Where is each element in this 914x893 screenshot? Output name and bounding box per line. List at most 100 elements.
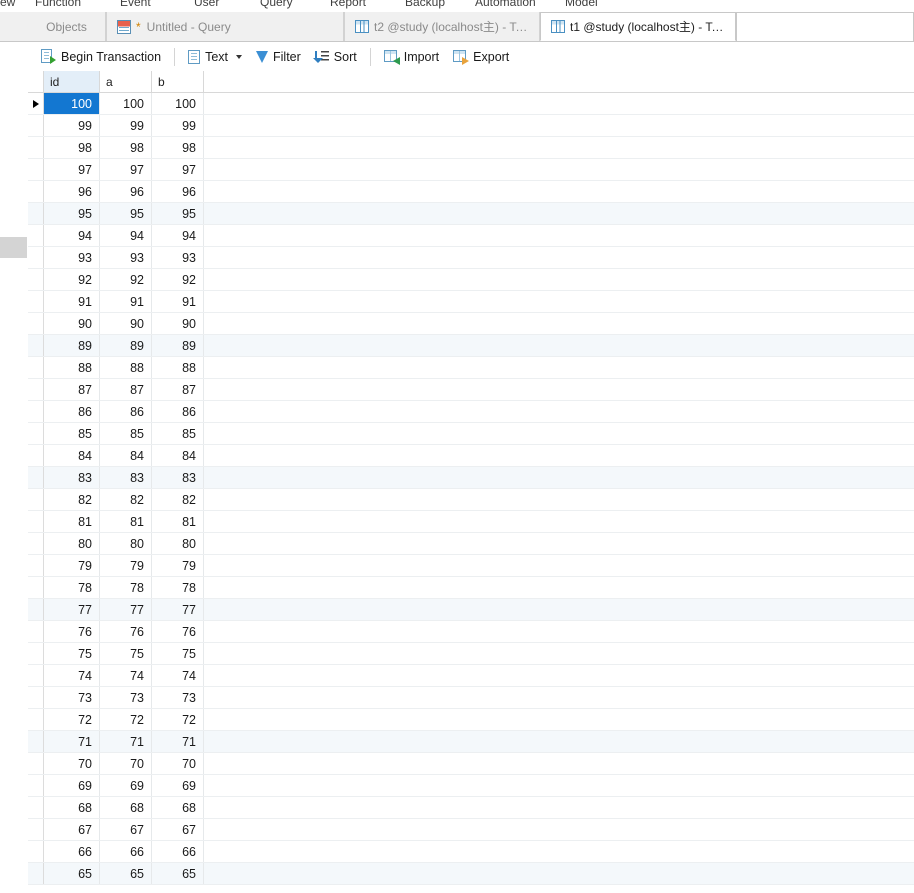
cell-b[interactable]: 74 [152, 665, 204, 686]
row-marker-cell[interactable] [28, 621, 44, 642]
cell-a[interactable]: 74 [100, 665, 152, 686]
cell-a[interactable]: 71 [100, 731, 152, 752]
table-row[interactable]: 81 81 81 [28, 511, 914, 533]
cell-id[interactable]: 82 [44, 489, 100, 510]
table-row[interactable]: 99 99 99 [28, 115, 914, 137]
cell-a[interactable]: 79 [100, 555, 152, 576]
table-row[interactable]: 79 79 79 [28, 555, 914, 577]
cell-id[interactable]: 71 [44, 731, 100, 752]
cell-a[interactable]: 100 [100, 93, 152, 114]
begin-transaction-button[interactable]: Begin Transaction [34, 44, 168, 69]
row-marker-cell[interactable] [28, 159, 44, 180]
table-row[interactable]: 69 69 69 [28, 775, 914, 797]
cell-id[interactable]: 69 [44, 775, 100, 796]
cell-id[interactable]: 84 [44, 445, 100, 466]
row-marker-cell[interactable] [28, 687, 44, 708]
table-row[interactable]: 77 77 77 [28, 599, 914, 621]
row-marker-cell[interactable] [28, 181, 44, 202]
cell-id[interactable]: 96 [44, 181, 100, 202]
cell-id[interactable]: 80 [44, 533, 100, 554]
tab-objects[interactable]: Objects [28, 12, 106, 41]
table-row[interactable]: 88 88 88 [28, 357, 914, 379]
sort-button[interactable]: Sort [308, 44, 364, 69]
menu-item-function[interactable]: Function [35, 0, 81, 9]
cell-a[interactable]: 76 [100, 621, 152, 642]
cell-b[interactable]: 67 [152, 819, 204, 840]
cell-a[interactable]: 80 [100, 533, 152, 554]
cell-a[interactable]: 69 [100, 775, 152, 796]
cell-id[interactable]: 73 [44, 687, 100, 708]
cell-a[interactable]: 90 [100, 313, 152, 334]
cell-b[interactable]: 92 [152, 269, 204, 290]
import-button[interactable]: Import [377, 44, 446, 69]
filter-button[interactable]: Filter [249, 44, 308, 69]
cell-id[interactable]: 81 [44, 511, 100, 532]
row-marker-cell[interactable] [28, 203, 44, 224]
cell-a[interactable]: 89 [100, 335, 152, 356]
cell-id[interactable]: 94 [44, 225, 100, 246]
menu-item-event[interactable]: Event [120, 0, 151, 9]
row-marker-cell[interactable] [28, 357, 44, 378]
cell-a[interactable]: 73 [100, 687, 152, 708]
row-marker-cell[interactable] [28, 841, 44, 862]
export-button[interactable]: Export [446, 44, 516, 69]
cell-b[interactable]: 70 [152, 753, 204, 774]
table-row[interactable]: 97 97 97 [28, 159, 914, 181]
chevron-down-icon[interactable] [236, 54, 242, 59]
cell-b[interactable]: 95 [152, 203, 204, 224]
cell-b[interactable]: 71 [152, 731, 204, 752]
cell-b[interactable]: 83 [152, 467, 204, 488]
menu-item-backup[interactable]: Backup [405, 0, 445, 9]
menu-item-report[interactable]: Report [330, 0, 366, 9]
cell-b[interactable]: 77 [152, 599, 204, 620]
cell-id[interactable]: 85 [44, 423, 100, 444]
cell-id[interactable]: 87 [44, 379, 100, 400]
cell-a[interactable]: 86 [100, 401, 152, 422]
row-marker-cell[interactable] [28, 665, 44, 686]
row-marker-cell[interactable] [28, 863, 44, 884]
tab-t2-table[interactable]: t2 @study (localhost主) - Ta... [344, 12, 540, 41]
cell-id[interactable]: 72 [44, 709, 100, 730]
column-header-a[interactable]: a [100, 71, 152, 92]
cell-b[interactable]: 96 [152, 181, 204, 202]
cell-id[interactable]: 90 [44, 313, 100, 334]
row-marker-cell[interactable] [28, 709, 44, 730]
cell-a[interactable]: 94 [100, 225, 152, 246]
cell-b[interactable]: 85 [152, 423, 204, 444]
cell-id[interactable]: 93 [44, 247, 100, 268]
table-row[interactable]: 85 85 85 [28, 423, 914, 445]
cell-id[interactable]: 95 [44, 203, 100, 224]
table-row[interactable]: 68 68 68 [28, 797, 914, 819]
row-marker-cell[interactable] [28, 533, 44, 554]
cell-id[interactable]: 97 [44, 159, 100, 180]
cell-b[interactable]: 89 [152, 335, 204, 356]
cell-id[interactable]: 88 [44, 357, 100, 378]
cell-id[interactable]: 74 [44, 665, 100, 686]
cell-id[interactable]: 98 [44, 137, 100, 158]
row-marker-cell[interactable] [28, 401, 44, 422]
cell-a[interactable]: 66 [100, 841, 152, 862]
cell-a[interactable]: 68 [100, 797, 152, 818]
table-row[interactable]: 90 90 90 [28, 313, 914, 335]
row-marker-cell[interactable] [28, 555, 44, 576]
table-row[interactable]: 91 91 91 [28, 291, 914, 313]
menu-item-user[interactable]: User [194, 0, 219, 9]
cell-b[interactable]: 79 [152, 555, 204, 576]
cell-a[interactable]: 65 [100, 863, 152, 884]
cell-b[interactable]: 68 [152, 797, 204, 818]
cell-b[interactable]: 98 [152, 137, 204, 158]
table-row[interactable]: 76 76 76 [28, 621, 914, 643]
row-marker-cell[interactable] [28, 445, 44, 466]
cell-id[interactable]: 66 [44, 841, 100, 862]
table-row[interactable]: 96 96 96 [28, 181, 914, 203]
data-grid[interactable]: id a b 100 100 100 99 99 99 98 98 98 97 97 97 96 96 96… [28, 71, 914, 893]
column-header-id[interactable]: id [44, 71, 100, 92]
table-row[interactable]: 98 98 98 [28, 137, 914, 159]
cell-b[interactable]: 100 [152, 93, 204, 114]
cell-a[interactable]: 77 [100, 599, 152, 620]
cell-b[interactable]: 88 [152, 357, 204, 378]
cell-id[interactable]: 68 [44, 797, 100, 818]
cell-a[interactable]: 91 [100, 291, 152, 312]
row-marker-cell[interactable] [28, 225, 44, 246]
table-row[interactable]: 74 74 74 [28, 665, 914, 687]
